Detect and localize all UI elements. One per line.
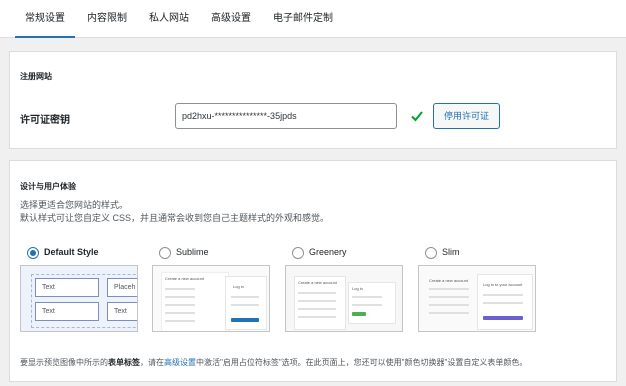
preview-login: Log in [352, 286, 363, 291]
advanced-settings-link[interactable]: 高级设置 [164, 358, 196, 367]
preview-login: Log in to your account [483, 282, 523, 287]
preview-slim: Create a new account Log in to your acco… [418, 265, 536, 332]
preview-default: Text Placeh Text Text [20, 265, 138, 332]
radio-default[interactable] [27, 247, 39, 259]
tab-content-restriction[interactable]: 内容限制 [87, 0, 127, 37]
deactivate-license-button[interactable]: 停用许可证 [433, 103, 500, 129]
license-key-input[interactable] [175, 103, 397, 129]
registration-card: 注册网站 许可证密钥 停用许可证 [9, 51, 617, 149]
preview-greenery: Create a new account Log in [285, 265, 403, 332]
radio-sublime[interactable] [159, 247, 171, 259]
preview-field: Text [35, 278, 99, 297]
preview-title: Create a new account [298, 280, 337, 285]
preview-field: Text [107, 302, 137, 321]
form-labels-emphasis: 表单标签 [108, 358, 140, 367]
style-label-sublime: Sublime [176, 247, 209, 257]
settings-tabs: 常规设置 内容限制 私人网站 高级设置 电子邮件定制 [0, 0, 626, 38]
design-description-1: 选择更适合您网站的样式。 [20, 200, 129, 210]
check-icon [411, 111, 423, 122]
design-title: 设计与用户体验 [20, 182, 76, 191]
preview-field: Placeh [107, 278, 137, 297]
design-description-2: 默认样式可让您自定义 CSS，并且通常会收到您自己主题样式的外观和感觉。 [20, 213, 330, 223]
tab-private-site[interactable]: 私人网站 [149, 0, 189, 37]
license-label: 许可证密钥 [20, 115, 70, 126]
preview-login: Log in [233, 284, 244, 289]
preview-title: Create a new account [165, 276, 204, 281]
registration-title: 注册网站 [20, 72, 52, 81]
radio-greenery[interactable] [292, 247, 304, 259]
tab-email-customization[interactable]: 电子邮件定制 [273, 0, 333, 37]
style-label-slim: Slim [442, 247, 460, 257]
radio-slim[interactable] [425, 247, 437, 259]
preview-sublime: Create a new account Log in [152, 265, 270, 332]
preview-title: Create a new account [429, 278, 468, 283]
tab-advanced[interactable]: 高级设置 [211, 0, 251, 37]
preview-field: Text [35, 302, 99, 321]
style-label-greenery: Greenery [309, 247, 347, 257]
design-card: 设计与用户体验 选择更适合您网站的样式。 默认样式可让您自定义 CSS，并且通常… [9, 160, 617, 382]
style-label-default: Default Style [44, 247, 99, 257]
tab-general[interactable]: 常规设置 [15, 0, 75, 38]
form-label-note: 要显示预览图像中所示的表单标签，请在高级设置中激活"启用占位符标签"选项。在此页… [20, 358, 528, 367]
